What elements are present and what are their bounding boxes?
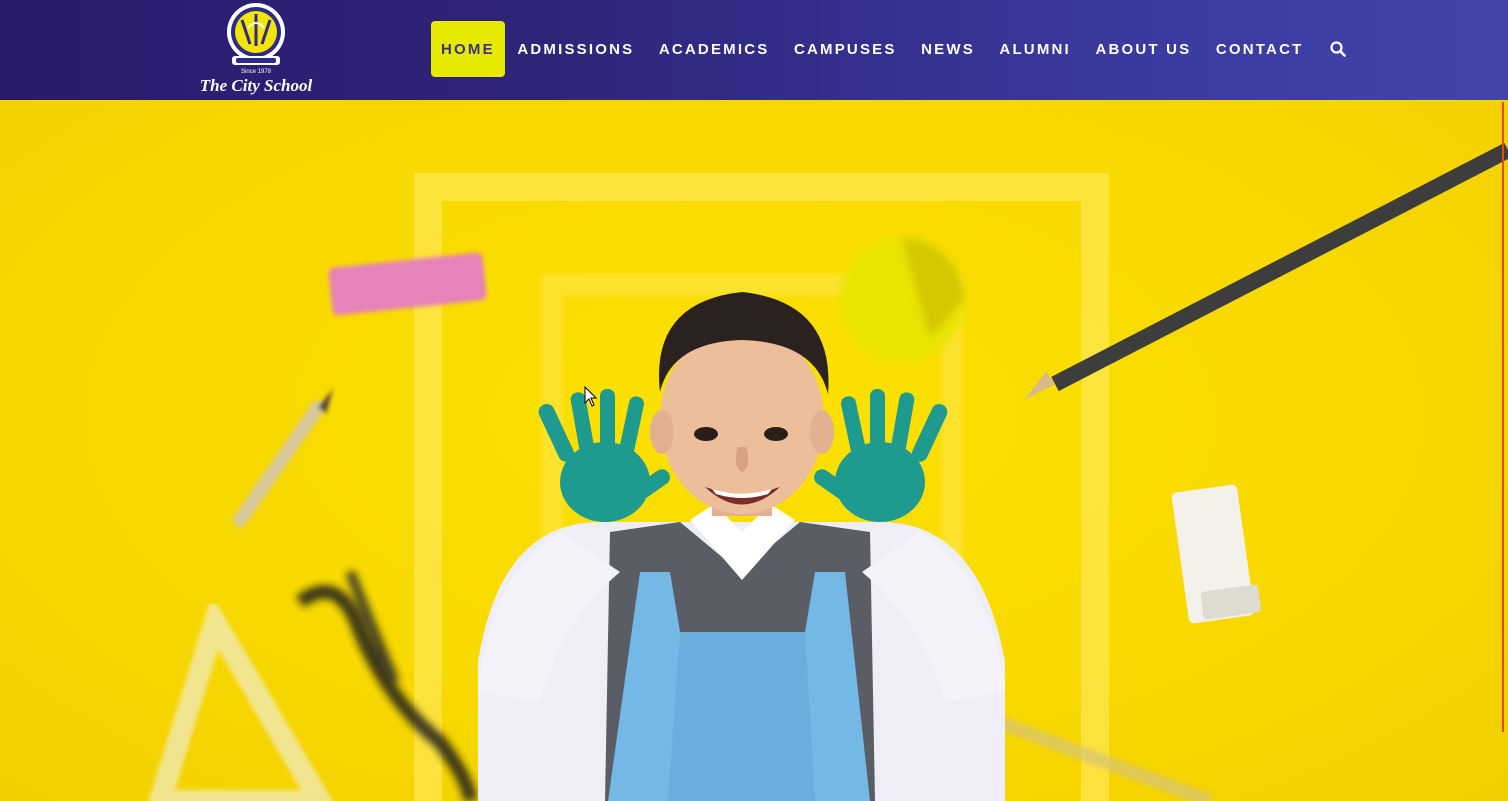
- mouse-cursor-icon: [584, 386, 598, 407]
- white-eraser-icon: [1171, 484, 1262, 624]
- pink-eraser-icon: [328, 252, 487, 316]
- school-logo[interactable]: Since 1978 The City School: [198, 0, 314, 100]
- search-icon: [1330, 41, 1346, 57]
- nav-contact[interactable]: CONTACT: [1204, 21, 1316, 77]
- nav-campuses[interactable]: CAMPUSES: [782, 21, 909, 77]
- page-scrollbar[interactable]: [1502, 102, 1504, 732]
- hero-banner: [0, 102, 1508, 801]
- main-nav: HOME ADMISSIONS ACADEMICS CAMPUSES NEWS …: [431, 21, 1358, 77]
- nav-about-us[interactable]: ABOUT US: [1083, 21, 1203, 77]
- logo-since-text: Since 1978: [240, 69, 272, 75]
- nav-academics[interactable]: ACADEMICS: [647, 21, 782, 77]
- nav-admissions[interactable]: ADMISSIONS: [505, 21, 646, 77]
- search-button[interactable]: [1318, 21, 1358, 77]
- site-header: Since 1978 The City School HOME ADMISSIO…: [0, 0, 1508, 102]
- nav-alumni[interactable]: ALUMNI: [987, 21, 1083, 77]
- nav-news[interactable]: NEWS: [909, 21, 987, 77]
- logo-school-name: The City School: [199, 76, 313, 95]
- nav-home[interactable]: HOME: [431, 21, 505, 77]
- hero-illustration: [148, 142, 1508, 801]
